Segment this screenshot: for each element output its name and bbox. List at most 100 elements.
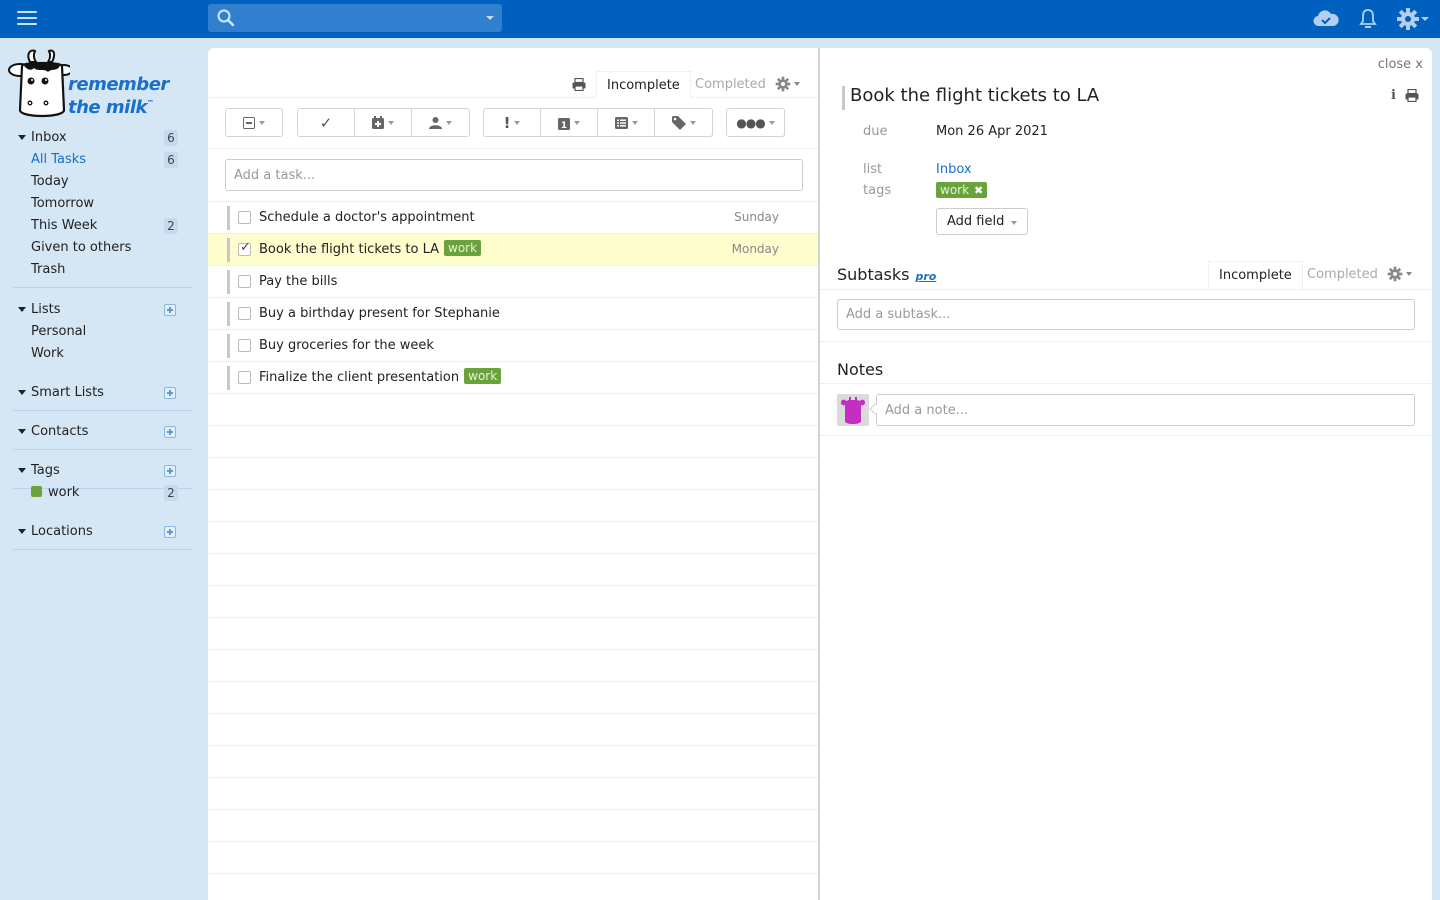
list-settings-gear-icon[interactable] [775,76,791,92]
subtask-settings-caret-icon[interactable] [1406,272,1412,276]
sidebar-item-trash[interactable]: Trash [14,259,194,281]
settings-caret-icon[interactable] [1421,17,1429,21]
task-row[interactable]: Book the flight tickets to LA work Monday [208,233,819,265]
search-options-caret-icon[interactable] [486,16,494,20]
add-contact-icon[interactable] [164,426,176,438]
task-list-panel: Incomplete Completed ✓ ! 1 ●●● Add a tas… [208,48,819,900]
contacts-section: Contacts [14,421,194,443]
priority-button[interactable]: ! [484,109,541,136]
subtask-settings-gear-icon[interactable] [1387,266,1403,282]
info-icon[interactable]: i [1391,88,1396,103]
add-list-icon[interactable] [164,304,176,316]
task-checkbox[interactable] [238,371,251,384]
pro-badge-link[interactable]: pro [915,270,936,283]
task-row[interactable]: Buy groceries for the week [208,329,819,361]
collapse-triangle-icon[interactable] [18,529,26,534]
task-name: Finalize the client presentation [259,370,460,385]
task-tag[interactable]: work [444,240,482,256]
complete-button[interactable]: ✓ [298,109,355,136]
tab-completed[interactable]: Completed [685,71,776,99]
add-field-button[interactable]: Add field [936,208,1029,235]
tag-button[interactable] [655,109,712,136]
subtasks-divider [820,289,1432,290]
sidebar-item-personal[interactable]: Personal [14,321,194,343]
empty-row [208,777,819,809]
task-checkbox[interactable] [238,211,251,224]
checkmark-icon: ✓ [319,113,333,132]
task-name: Buy a birthday present for Stephanie [259,306,500,321]
tags-value: work ✖ [936,182,988,198]
task-tag[interactable]: work [464,368,502,384]
gear-icon[interactable] [1396,7,1420,31]
collapse-triangle-icon[interactable] [18,429,26,434]
close-detail-button[interactable]: close x [1378,57,1423,72]
task-row[interactable]: Pay the bills [208,265,819,297]
task-row[interactable]: Finalize the client presentation work [208,361,819,393]
collapse-triangle-icon[interactable] [18,390,26,395]
menu-icon[interactable] [17,11,37,27]
app-logo[interactable]: remember the milk™ [8,48,169,120]
assign-button[interactable] [412,109,469,136]
due-date-button[interactable]: 1 [541,109,598,136]
print-icon[interactable] [1405,89,1419,102]
sidebar-item-this-week[interactable]: This Week 2 [14,215,194,237]
print-icon[interactable] [572,78,586,91]
task-name: Pay the bills [259,274,338,289]
add-subtask-input[interactable] [837,299,1415,330]
sidebar-item-today[interactable]: Today [14,171,194,193]
add-smart-list-icon[interactable] [164,387,176,399]
list-value-link[interactable]: Inbox [936,162,972,177]
subtasks-title: Subtasks [837,265,910,284]
search-input[interactable] [242,8,472,28]
task-checkbox[interactable] [238,275,251,288]
collapse-triangle-icon[interactable] [18,468,26,473]
smart-lists-section: Smart Lists [14,382,194,404]
this-week-label: This Week [31,218,98,233]
task-checkbox[interactable] [238,240,251,256]
add-location-icon[interactable] [164,526,176,538]
cloud-sync-icon[interactable] [1313,9,1339,27]
subtask-tab-incomplete[interactable]: Incomplete [1208,261,1303,289]
sidebar-item-smart-lists[interactable]: Smart Lists [14,382,194,404]
list-label: list [863,162,883,177]
task-checkbox[interactable] [238,339,251,352]
tab-incomplete[interactable]: Incomplete [596,71,691,99]
due-value[interactable]: Mon 26 Apr 2021 [936,124,1048,139]
tag-chip-work[interactable]: work ✖ [936,182,988,198]
list-settings-caret-icon[interactable] [794,82,800,86]
sidebar-item-tag-work[interactable]: work 2 [14,482,194,504]
add-task-input[interactable] [225,159,803,191]
sidebar-item-tomorrow[interactable]: Tomorrow [14,193,194,215]
sidebar-item-lists[interactable]: Lists [14,299,194,321]
bell-icon[interactable] [1358,8,1378,29]
sidebar-item-locations[interactable]: Locations [14,521,194,543]
inbox-label: Inbox [31,130,67,145]
tags-section: Tags work 2 [14,460,194,504]
sidebar-item-contacts[interactable]: Contacts [14,421,194,443]
empty-row [208,681,819,713]
collapse-triangle-icon[interactable] [18,135,26,140]
sidebar-item-inbox[interactable]: Inbox 6 [14,127,194,149]
more-actions-button[interactable]: ●●● [727,109,784,136]
logo-line-2: the milk [68,97,147,118]
sidebar-item-given-to-others[interactable]: Given to others [14,237,194,259]
task-row[interactable]: Schedule a doctor's appointment Sunday [208,201,819,233]
task-checkbox[interactable] [238,307,251,320]
sidebar-item-tags[interactable]: Tags [14,460,194,482]
move-to-list-button[interactable] [598,109,655,136]
add-tag-icon[interactable] [164,465,176,477]
task-title[interactable]: Book the flight tickets to LA [850,85,1099,106]
empty-row [208,489,819,521]
work-label: Work [31,346,64,361]
sidebar-item-work[interactable]: Work [14,343,194,365]
search-box[interactable] [208,4,502,32]
select-button[interactable] [226,109,282,136]
subtask-tab-completed[interactable]: Completed [1297,261,1388,289]
add-note-input[interactable] [876,394,1415,426]
task-row[interactable]: Buy a birthday present for Stephanie [208,297,819,329]
sidebar-item-all-tasks[interactable]: All Tasks 6 [14,149,194,171]
collapse-triangle-icon[interactable] [18,307,26,312]
postpone-button[interactable] [355,109,412,136]
remove-tag-icon[interactable]: ✖ [974,184,983,197]
empty-row [208,393,819,425]
